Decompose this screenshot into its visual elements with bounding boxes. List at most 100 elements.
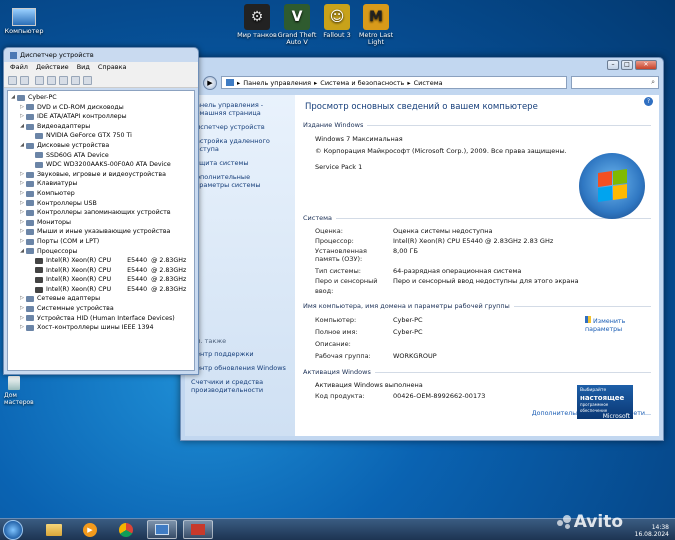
processor-icon <box>35 277 43 284</box>
tree-item[interactable]: ▷ Мыши и иные указывающие устройства <box>8 227 194 237</box>
device-manager-window: Диспетчер устройств Файл Действие Вид Сп… <box>3 47 199 375</box>
device-icon <box>26 113 34 120</box>
menu-view[interactable]: Вид <box>77 63 90 72</box>
sidebar-link-action-center[interactable]: Центр поддержки <box>191 350 289 358</box>
expand-arrow-icon[interactable]: ▷ <box>19 112 25 122</box>
tree-view-icon[interactable] <box>71 75 80 85</box>
tree-view-icon[interactable] <box>35 75 44 85</box>
expand-arrow-icon[interactable]: ◢ <box>10 93 16 103</box>
sidebar-link-performance[interactable]: Счетчики и средства производительности <box>191 378 289 394</box>
tree-item[interactable]: ▷ Контроллеры USB <box>8 199 194 209</box>
sidebar-link-windows-update[interactable]: Центр обновления Windows <box>191 364 289 372</box>
expand-arrow-icon[interactable]: ▷ <box>19 103 25 113</box>
desktop-icon-metro[interactable]: M Metro Last Light <box>352 4 400 46</box>
tree-item[interactable]: ▷ IDE ATA/ATAPI контроллеры <box>8 112 194 122</box>
tree-item[interactable]: ◢ Видеоадаптеры <box>8 122 194 132</box>
sidebar-link-device-manager[interactable]: Диспетчер устройств <box>191 123 289 131</box>
sidebar-home-link[interactable]: Панель управления - домашняя страница <box>191 101 289 117</box>
window-title: Диспетчер устройств <box>20 51 94 59</box>
tree-item[interactable]: ◢ Процессоры <box>8 247 194 257</box>
forward-button[interactable]: ▶ <box>203 75 217 90</box>
device-manager-taskbar-icon[interactable] <box>183 520 213 539</box>
processor-icon <box>35 286 43 293</box>
genuine-microsoft-badge[interactable]: Выбирайте настоящее программное обеспече… <box>577 385 633 420</box>
expand-arrow-icon[interactable]: ▷ <box>19 304 25 314</box>
expand-arrow-icon[interactable]: ▷ <box>19 199 25 209</box>
tree-item[interactable]: ▷ Порты (COM и LPT) <box>8 237 194 247</box>
tree-item[interactable]: WDC WD3200AAKS-00F0A0 ATA Device <box>8 160 194 170</box>
tree-item[interactable]: Intel(R) Xeon(R) CPU E5440 @ 2.83GHz <box>8 266 194 276</box>
explorer-taskbar-icon[interactable] <box>39 520 69 539</box>
tree-item[interactable]: SSD60G ATA Device <box>8 151 194 161</box>
desktop-icon-label: Fallout 3 <box>323 31 351 39</box>
breadcrumb-item[interactable]: Система и безопасность <box>320 79 404 87</box>
memory-value: 8,00 ГБ <box>393 247 418 255</box>
metro-icon: M <box>363 4 389 30</box>
system-clock[interactable]: 14:38 16.08.2024 <box>635 524 669 538</box>
device-manager-titlebar[interactable]: Диспетчер устройств <box>4 48 198 62</box>
forward-arrow-icon[interactable] <box>20 75 29 85</box>
expand-arrow-icon[interactable]: ▷ <box>19 179 25 189</box>
expand-arrow-icon[interactable]: ◢ <box>19 141 25 151</box>
back-arrow-icon[interactable] <box>8 75 17 85</box>
control-panel-taskbar-icon[interactable] <box>147 520 177 539</box>
tree-item-label: Устройства HID (Human Interface Devices) <box>37 314 175 322</box>
scan-hardware-icon[interactable] <box>83 75 92 85</box>
expand-arrow-icon[interactable]: ▷ <box>19 189 25 199</box>
sidebar-link-advanced[interactable]: Дополнительные параметры системы <box>191 173 289 189</box>
tree-item[interactable]: ◢ Cyber-PC <box>8 93 194 103</box>
section-edition-header: Издание Windows <box>303 121 651 129</box>
expand-arrow-icon[interactable]: ▷ <box>19 208 25 218</box>
change-settings-link[interactable]: Изменить параметры <box>585 316 631 334</box>
device-icon <box>26 305 34 312</box>
address-bar[interactable]: ▸ Панель управления ▸ Система и безопасн… <box>221 76 567 89</box>
tree-item[interactable]: Intel(R) Xeon(R) CPU E5440 @ 2.83GHz <box>8 285 194 295</box>
tree-item[interactable]: ▷ Компьютер <box>8 189 194 199</box>
menu-help[interactable]: Справка <box>98 63 127 72</box>
minimize-button[interactable]: – <box>607 60 619 70</box>
help-icon[interactable]: ? <box>644 97 653 106</box>
tree-item[interactable]: ◢ Дисковые устройства <box>8 141 194 151</box>
desktop-icon-computer[interactable]: Компьютер <box>0 4 48 35</box>
device-icon <box>26 171 34 178</box>
expand-arrow-icon[interactable]: ◢ <box>19 247 25 257</box>
tree-item[interactable]: NVIDIA GeForce GTX 750 Ti <box>8 131 194 141</box>
menu-action[interactable]: Действие <box>36 63 69 72</box>
tree-item[interactable]: Intel(R) Xeon(R) CPU E5440 @ 2.83GHz <box>8 256 194 266</box>
tree-item[interactable]: ▷ Сетевые адаптеры <box>8 294 194 304</box>
help-icon[interactable] <box>59 75 68 85</box>
expand-arrow-icon[interactable]: ▷ <box>19 170 25 180</box>
tree-item[interactable]: ▷ Системные устройства <box>8 304 194 314</box>
rating-link[interactable]: Оценка системы недоступна <box>393 226 492 236</box>
device-tree[interactable]: ◢ Cyber-PC ▷ DVD и CD-ROM дисководы ▷ IDE ATA… <box>7 90 195 371</box>
expand-arrow-icon[interactable]: ◢ <box>19 122 25 132</box>
expand-arrow-icon[interactable]: ▷ <box>19 323 25 333</box>
media-player-taskbar-icon[interactable]: ▶ <box>75 520 105 539</box>
search-input[interactable]: ⌕ <box>571 76 659 89</box>
expand-arrow-icon[interactable]: ▷ <box>19 314 25 324</box>
expand-arrow-icon[interactable]: ▷ <box>19 237 25 247</box>
breadcrumb-item[interactable]: Панель управления <box>243 79 311 87</box>
tree-item[interactable]: ▷ Звуковые, игровые и видеоустройства <box>8 170 194 180</box>
sidebar-link-protection[interactable]: Защита системы <box>191 159 289 167</box>
expand-arrow-icon[interactable]: ▷ <box>19 227 25 237</box>
tree-item[interactable]: Intel(R) Xeon(R) CPU E5440 @ 2.83GHz <box>8 275 194 285</box>
chrome-taskbar-icon[interactable] <box>111 520 141 539</box>
desktop-icon-recycle[interactable]: Дом мастеров <box>4 376 34 406</box>
menu-file[interactable]: Файл <box>10 63 28 72</box>
expand-arrow-icon[interactable]: ▷ <box>19 218 25 228</box>
sidebar-link-remote[interactable]: Настройка удаленного доступа <box>191 137 289 153</box>
tree-item[interactable]: ▷ Мониторы <box>8 218 194 228</box>
breadcrumb-item[interactable]: Система <box>414 79 443 87</box>
start-button[interactable] <box>3 519 23 540</box>
pen-touch-label: Перо и сенсорный ввод: <box>315 277 378 295</box>
expand-arrow-icon[interactable]: ▷ <box>19 294 25 304</box>
close-button[interactable]: ✕ <box>635 60 657 70</box>
tree-item[interactable]: ▷ Хост-контроллеры шины IEEE 1394 <box>8 323 194 333</box>
tree-item[interactable]: ▷ Устройства HID (Human Interface Devices… <box>8 314 194 324</box>
tree-item[interactable]: ▷ Клавиатуры <box>8 179 194 189</box>
properties-icon[interactable] <box>47 75 56 85</box>
tree-item[interactable]: ▷ DVD и CD-ROM дисководы <box>8 103 194 113</box>
maximize-button[interactable]: □ <box>621 60 633 70</box>
tree-item[interactable]: ▷ Контроллеры запоминающих устройств <box>8 208 194 218</box>
